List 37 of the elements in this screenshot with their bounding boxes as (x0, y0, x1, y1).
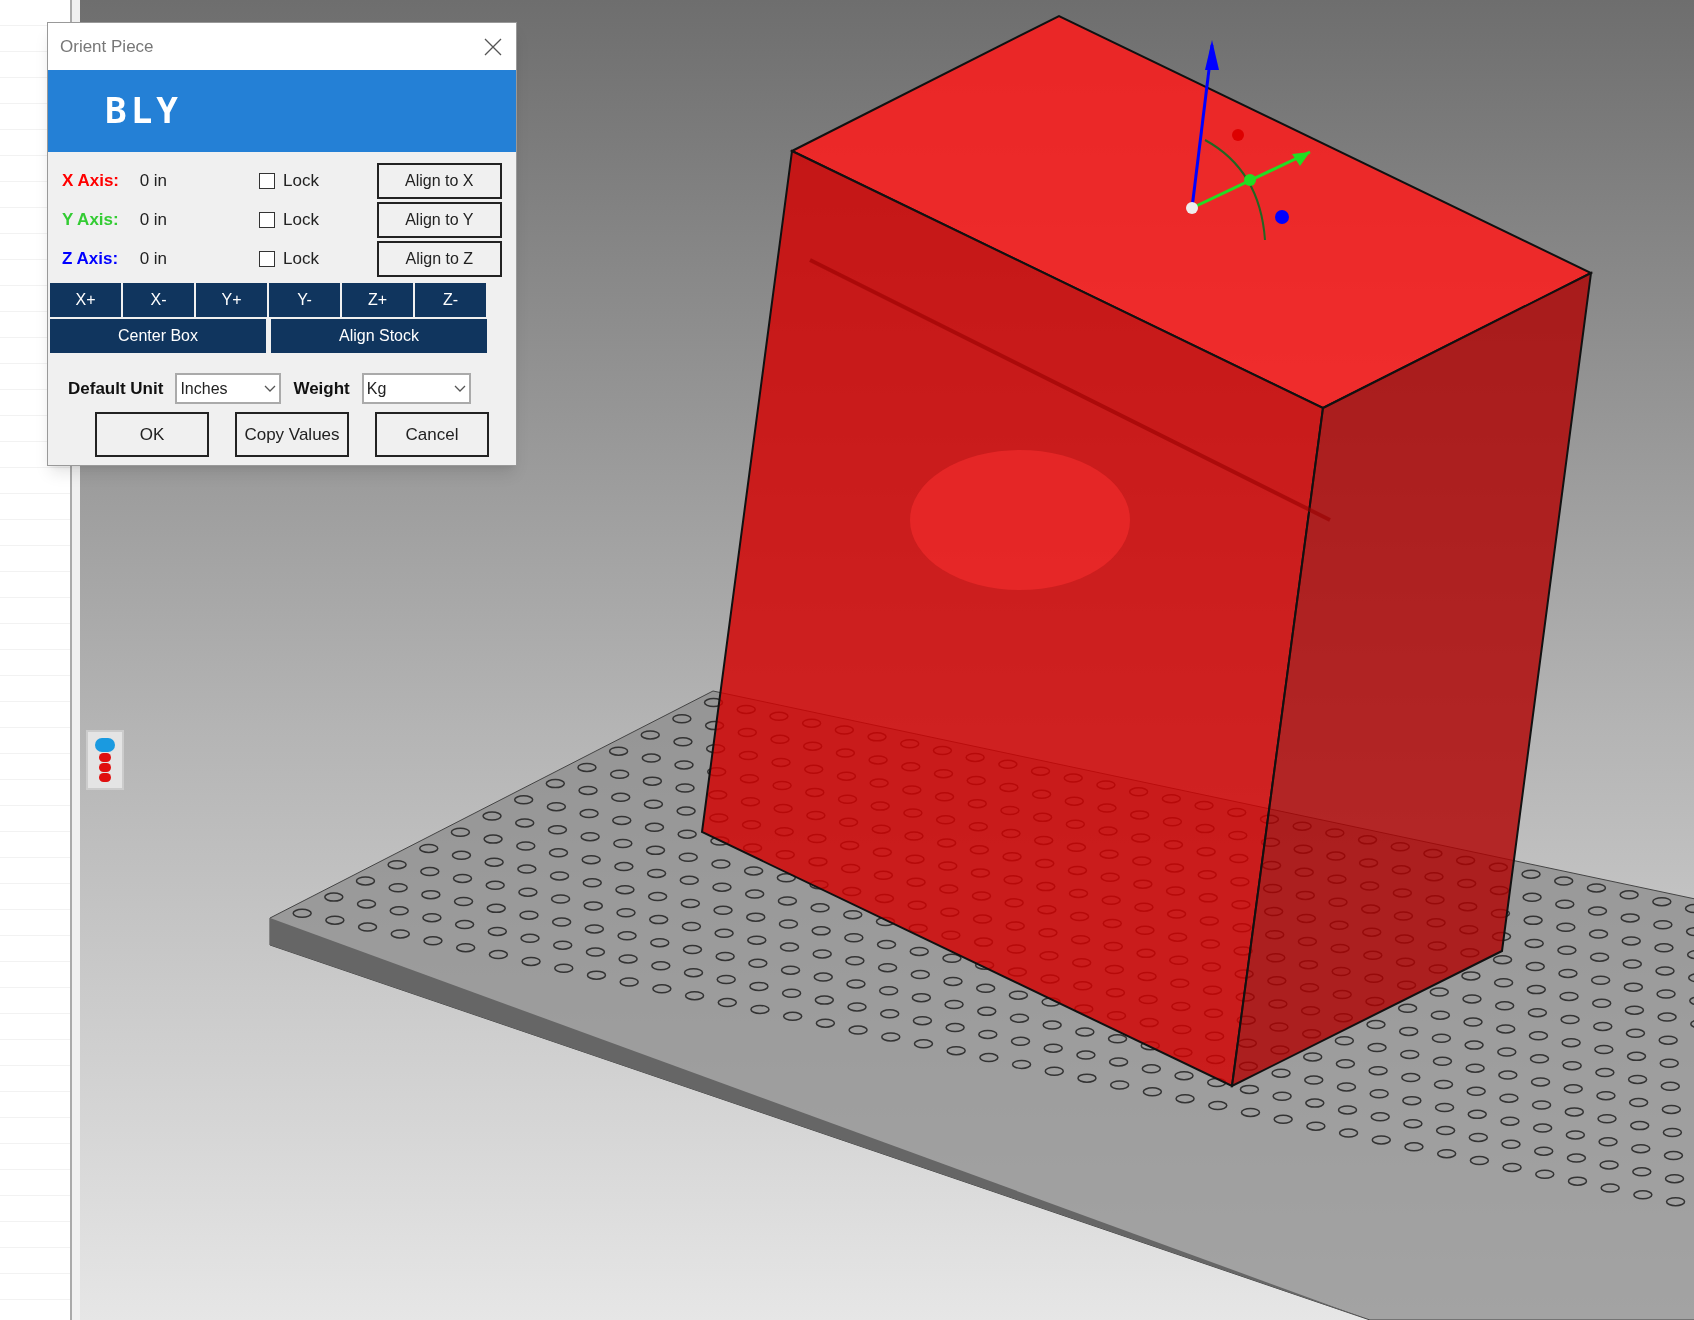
axis-label: X Axis: (62, 169, 120, 192)
weight-label: Weight (293, 377, 350, 400)
axis-label: Y Axis: (62, 208, 120, 231)
chevron-down-icon (453, 384, 466, 393)
axis-value: 0 in (139, 208, 169, 231)
axis-label: Z Axis: (62, 247, 120, 270)
chevron-down-icon (264, 384, 277, 393)
direction-button[interactable]: Z+ (342, 283, 413, 317)
lock-label: Lock (283, 208, 319, 231)
dialog-button[interactable]: Cancel (375, 412, 489, 457)
window-title: Orient Piece (60, 35, 154, 58)
axis-value: 0 in (139, 169, 169, 192)
axis-gizmo-drawing[interactable] (1186, 40, 1311, 241)
direction-button[interactable]: X+ (50, 283, 121, 317)
logo-text: BLY (105, 89, 183, 133)
axis-value: 0 in (139, 247, 169, 270)
direction-button[interactable]: X- (123, 283, 194, 317)
dialog-button[interactable]: OK (95, 412, 209, 457)
align-button[interactable]: Align to X (376, 162, 502, 199)
unit-dropdown[interactable]: Inches (175, 373, 282, 404)
lock-checkbox[interactable] (259, 250, 276, 267)
direction-button[interactable]: Y+ (196, 283, 267, 317)
default-unit-label: Default Unit (68, 377, 164, 400)
lock-label: Lock (283, 247, 319, 270)
lock-label: Lock (283, 169, 319, 192)
lock-checkbox[interactable] (259, 172, 276, 189)
action-button[interactable]: Center Box (50, 319, 266, 353)
weight-dropdown[interactable]: Kg (361, 373, 471, 404)
direction-button[interactable]: Z- (415, 283, 486, 317)
lock-checkbox[interactable] (259, 211, 276, 228)
action-button[interactable]: Align Stock (271, 319, 487, 353)
close-icon[interactable] (484, 37, 502, 56)
dialog-button[interactable]: Copy Values (235, 412, 349, 457)
align-button[interactable]: Align to Z (376, 240, 502, 277)
align-button[interactable]: Align to Y (376, 201, 502, 238)
view-indicator-icon[interactable] (86, 730, 124, 790)
direction-button[interactable]: Y- (269, 283, 340, 317)
